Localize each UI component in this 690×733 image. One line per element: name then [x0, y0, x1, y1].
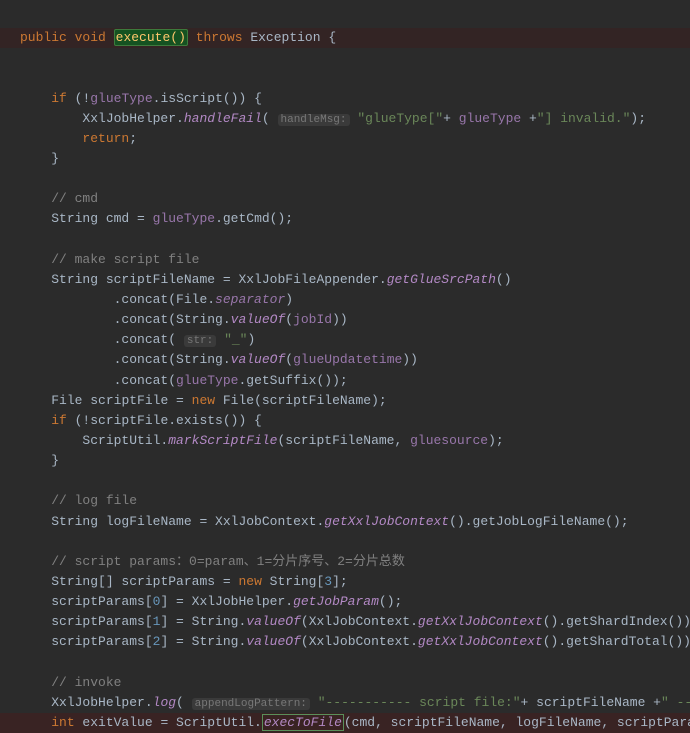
- method-execToFile: execToFile: [262, 714, 344, 731]
- kw-throws: throws: [196, 30, 243, 45]
- method-getJobParam: getJobParam: [293, 594, 379, 609]
- code-editor-content[interactable]: public void execute() throws Exception {…: [0, 8, 690, 733]
- kw-if: if: [51, 91, 67, 106]
- field-glueUpdatetime: glueUpdatetime: [293, 352, 402, 367]
- class-ref: XxlJobHelper: [82, 111, 176, 126]
- exception-type: Exception: [250, 30, 320, 45]
- comment-invoke: // invoke: [51, 675, 121, 690]
- string-literal: "glueType[": [357, 111, 443, 126]
- comment-cmd: // cmd: [51, 191, 98, 206]
- field-gluesource: gluesource: [410, 433, 488, 448]
- method-markScriptFile: markScriptFile: [168, 433, 277, 448]
- type-string: String: [51, 211, 98, 226]
- method-getXxlJobContext: getXxlJobContext: [324, 514, 449, 529]
- kw-void: void: [75, 30, 106, 45]
- method-log: log: [153, 695, 176, 710]
- comment-make-script: // make script file: [51, 252, 199, 267]
- field-glueType: glueType: [90, 91, 152, 106]
- const-separator: separator: [215, 292, 285, 307]
- field-jobId: jobId: [293, 312, 332, 327]
- comment-script-params: // script params：0=param、1=分片序号、2=分片总数: [51, 554, 405, 569]
- kw-return: return: [82, 131, 129, 146]
- comment-log-file: // log file: [51, 493, 137, 508]
- method-getGlueSrcPath: getGlueSrcPath: [387, 272, 496, 287]
- method-handleFail: handleFail: [184, 111, 262, 126]
- param-hint: handleMsg:: [278, 114, 350, 126]
- method-execute: execute(): [114, 29, 188, 46]
- kw-public: public: [20, 30, 67, 45]
